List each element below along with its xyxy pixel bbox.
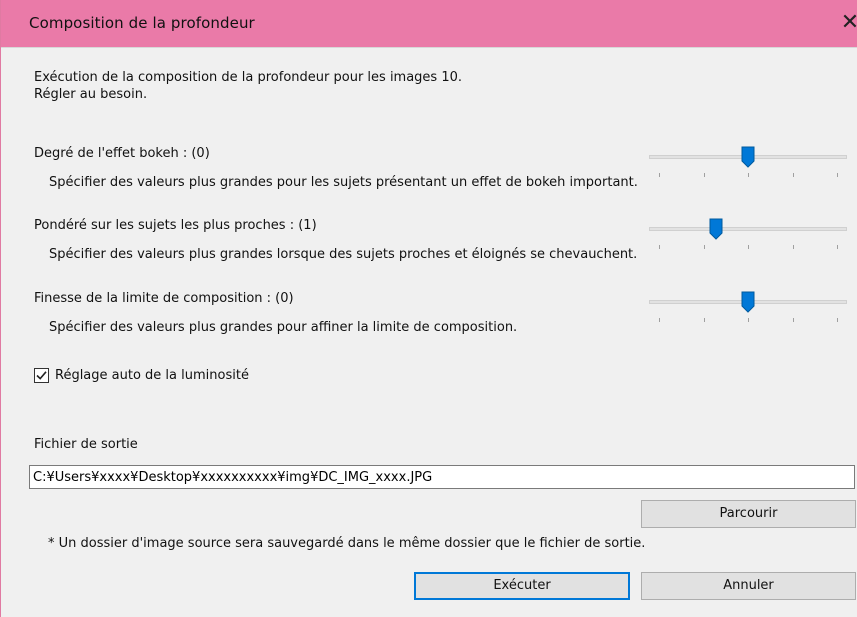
- boundary-fineness-label: Finesse de la limite de composition : (0…: [34, 291, 294, 306]
- slider-tick: [704, 318, 705, 322]
- slider-tick: [793, 318, 794, 322]
- slider-tick: [704, 173, 705, 177]
- intro-line-2: Régler au besoin.: [34, 87, 148, 102]
- slider-thumb[interactable]: [741, 291, 755, 313]
- slider-tick: [748, 173, 749, 177]
- auto-brightness-label[interactable]: Réglage auto de la luminosité: [55, 368, 249, 383]
- slider-thumb[interactable]: [741, 146, 755, 168]
- nearest-weight-hint: Spécifier des valeurs plus grandes lorsq…: [49, 247, 638, 262]
- bokeh-degree-hint: Spécifier des valeurs plus grandes pour …: [49, 175, 638, 190]
- close-icon[interactable]: ✕: [838, 11, 857, 35]
- slider-tick: [659, 245, 660, 249]
- cancel-button[interactable]: Annuler: [641, 572, 856, 600]
- intro-line-1: Exécution de la composition de la profon…: [34, 70, 463, 85]
- output-path-field[interactable]: C:¥Users¥xxxx¥Desktop¥xxxxxxxxxx¥img¥DC_…: [29, 465, 855, 489]
- execute-button[interactable]: Exécuter: [414, 572, 630, 600]
- slider-tick: [659, 318, 660, 322]
- bokeh-degree-label: Degré de l'effet bokeh : (0): [34, 146, 210, 161]
- boundary-fineness-slider[interactable]: [649, 288, 847, 322]
- slider-tick: [659, 173, 660, 177]
- title-bar[interactable]: Composition de la profondeur ✕: [1, 0, 857, 48]
- slider-tick: [837, 318, 838, 322]
- slider-tick: [704, 245, 705, 249]
- nearest-weight-slider[interactable]: [649, 215, 847, 249]
- slider-tick: [837, 245, 838, 249]
- slider-tick: [793, 173, 794, 177]
- depth-composition-dialog: Composition de la profondeur ✕ Exécution…: [0, 0, 857, 617]
- slider-tick: [793, 245, 794, 249]
- nearest-weight-label: Pondéré sur les sujets les plus proches …: [34, 218, 317, 233]
- window-title: Composition de la profondeur: [29, 14, 255, 32]
- slider-tick: [748, 318, 749, 322]
- output-note: * Un dossier d'image source sera sauvega…: [48, 536, 646, 551]
- boundary-fineness-hint: Spécifier des valeurs plus grandes pour …: [49, 320, 518, 335]
- browse-button[interactable]: Parcourir: [641, 500, 856, 528]
- bokeh-degree-slider[interactable]: [649, 143, 847, 177]
- output-file-label: Fichier de sortie: [34, 437, 138, 452]
- slider-track: [649, 227, 847, 231]
- slider-thumb[interactable]: [709, 218, 723, 240]
- slider-tick: [837, 173, 838, 177]
- auto-brightness-checkbox[interactable]: [34, 368, 49, 383]
- checkmark-icon: [36, 371, 47, 380]
- slider-tick: [748, 245, 749, 249]
